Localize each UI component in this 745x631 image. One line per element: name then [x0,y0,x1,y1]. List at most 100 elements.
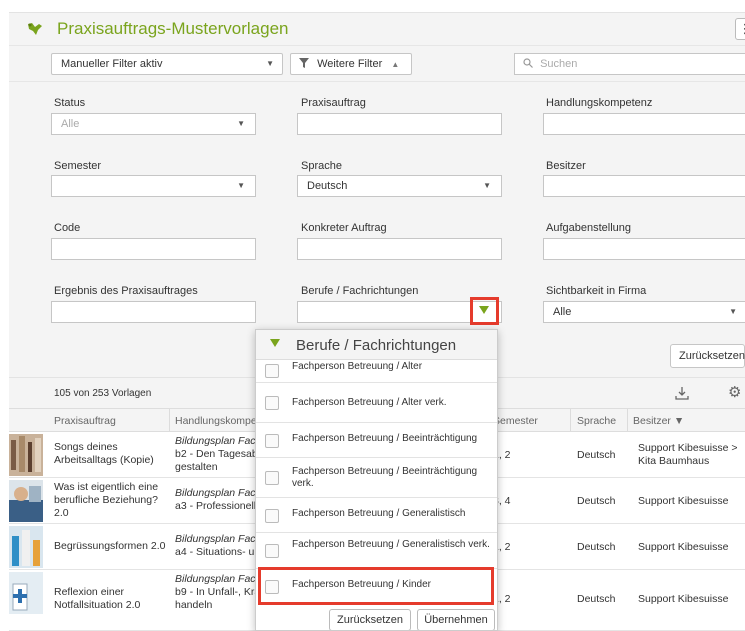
chevron-up-icon: ▲ [391,60,400,69]
sichtbarkeit-select[interactable]: Alle ▼ [543,301,745,323]
filter-bar: Manueller Filter aktiv ▼ Weitere Filter … [9,45,745,82]
chevron-down-icon: ▼ [483,181,491,190]
row-hk-code: b2 - Den Tagesab [175,448,258,460]
dropdown-option[interactable]: Fachperson Betreuung / Alter verk. [256,383,497,423]
row-title[interactable]: Begrüssungsformen 2.0 [54,540,174,553]
row-title[interactable]: Songs deines Arbeitsalltags (Kopie) [54,441,166,467]
konkreter-auftrag-label: Konkreter Auftrag [301,222,387,234]
more-filters-label: Weitere Filter [317,58,383,70]
dropdown-reset-button[interactable]: Zurücksetzen [329,609,411,630]
search-input[interactable]: Suchen [514,53,745,75]
option-label: Fachperson Betreuung / Alter [292,361,423,372]
dropdown-option[interactable]: Fachperson Betreuung / Generalistisch [256,498,497,533]
col-handlungskompetenz[interactable]: Handlungskompe [175,415,257,427]
option-checkbox[interactable] [265,471,279,485]
row-besitzer: Support Kibesuisse [638,495,729,507]
dropdown-apply-button[interactable]: Übernehmen [417,609,495,630]
chevron-down-icon: ▼ [729,307,737,316]
besitzer-label: Besitzer [546,160,586,172]
option-checkbox[interactable] [265,434,279,448]
gear-icon[interactable]: ⚙ [728,383,741,401]
kinder-option-highlight [258,567,494,605]
row-hk-code: a3 - Professionell [175,500,257,512]
chevron-down-icon: ▼ [237,181,245,190]
more-filters-button[interactable]: Weitere Filter ▲ [290,53,412,75]
col-besitzer[interactable]: Besitzer ▼ [633,415,684,427]
sprache-label: Sprache [301,160,342,172]
filter-mode-select[interactable]: Manueller Filter aktiv ▼ [51,53,283,75]
dropdown-title: Berufe / Fachrichtungen [296,337,457,354]
row-besitzer: Support Kibesuisse > Kita Baumhaus [638,442,738,467]
row-sprache: Deutsch [577,541,616,553]
option-checkbox[interactable] [265,544,279,558]
dropdown-option[interactable]: Fachperson Betreuung / Beeinträchtigung … [256,458,497,498]
sprache-select[interactable]: Deutsch ▼ [297,175,502,197]
option-label: Fachperson Betreuung / Beeinträchtigung … [292,466,478,489]
ergebnis-input[interactable] [51,301,256,323]
code-label: Code [54,222,81,234]
dropdown-option[interactable]: Fachperson Betreuung / Beeinträchtigung [256,423,497,458]
search-icon [523,58,533,68]
more-menu-button[interactable]: ⋮ [735,18,745,40]
thumbnail-image [9,526,43,568]
download-icon[interactable] [675,386,689,400]
sichtbarkeit-value: Alle [553,306,572,318]
chevron-down-icon: ▼ [237,119,245,128]
handlungskompetenz-label: Handlungskompetenz [546,97,653,109]
col-semester[interactable]: Semester [493,415,538,427]
row-besitzer: Support Kibesuisse [638,593,729,605]
result-count: 105 von 253 Vorlagen [54,388,152,399]
filter-mode-value: Manueller Filter aktiv [61,58,163,70]
status-select[interactable]: Alle ▼ [51,113,256,135]
aufgabenstellung-label: Aufgabenstellung [546,222,632,234]
semester-label: Semester [54,160,102,172]
row-hk-extra: gestalten [175,461,218,473]
option-label: Fachperson Betreuung / Generalistisch [292,508,466,519]
row-title[interactable]: Was ist eigentlich eine berufliche Bezie… [54,481,166,520]
option-checkbox[interactable] [265,364,279,378]
aufgabenstellung-input[interactable] [543,238,745,260]
thumbnail-image [9,572,43,614]
besitzer-input[interactable] [543,175,745,197]
row-sprache: Deutsch [577,449,616,461]
row-hk-plan: Bildungsplan Fac [175,487,256,499]
chevron-down-icon [270,339,280,347]
row-sprache: Deutsch [577,593,616,605]
berufe-label: Berufe / Fachrichtungen [301,285,419,297]
code-input[interactable] [51,238,256,260]
dropdown-footer: Zurücksetzen Übernehmen [256,604,497,630]
column-divider [570,409,571,431]
praxis-logo-icon [28,23,42,35]
option-checkbox[interactable] [265,509,279,523]
dropdown-option[interactable]: Fachperson Betreuung / Generalistisch ve… [256,533,497,569]
ergebnis-label: Ergebnis des Praxisauftrages [54,285,198,297]
berufe-toggle-highlight[interactable] [470,297,499,325]
title-bar: Praxisauftrags-Mustervorlagen ⋮ [9,12,745,45]
handlungskompetenz-input[interactable] [543,113,745,135]
praxisauftrag-label: Praxisauftrag [301,97,366,109]
option-label: Fachperson Betreuung / Alter verk. [292,397,447,408]
dropdown-header[interactable]: Berufe / Fachrichtungen [256,330,497,360]
reset-filters-button[interactable]: Zurücksetzen [670,344,745,368]
option-label: Fachperson Betreuung / Generalistisch ve… [292,539,490,550]
option-checkbox[interactable] [265,396,279,410]
funnel-icon [299,58,309,68]
sichtbarkeit-label: Sichtbarkeit in Firma [546,285,647,297]
chevron-down-icon: ▼ [266,59,274,68]
praxisauftrag-input[interactable] [297,113,502,135]
option-label: Fachperson Betreuung / Beeinträchtigung [292,433,478,444]
row-hk-plan: Bildungsplan Fac [175,435,256,447]
page-title: Praxisauftrags-Mustervorlagen [57,19,289,38]
konkreter-auftrag-input[interactable] [297,238,502,260]
col-sprache[interactable]: Sprache [577,415,616,427]
sprache-value: Deutsch [307,180,348,192]
col-praxisauftrag[interactable]: Praxisauftrag [54,415,116,427]
dropdown-option[interactable]: Fachperson Betreuung / Alter [256,360,497,383]
row-hk-plan: Bildungsplan Fac [175,533,256,545]
row-title[interactable]: Reflexion einer Notfallsituation 2.0 [54,586,166,612]
status-value: Alle [61,118,80,130]
column-divider [627,409,628,431]
semester-select[interactable]: ▼ [51,175,256,197]
thumbnail-image [9,480,43,522]
status-label: Status [54,97,86,109]
